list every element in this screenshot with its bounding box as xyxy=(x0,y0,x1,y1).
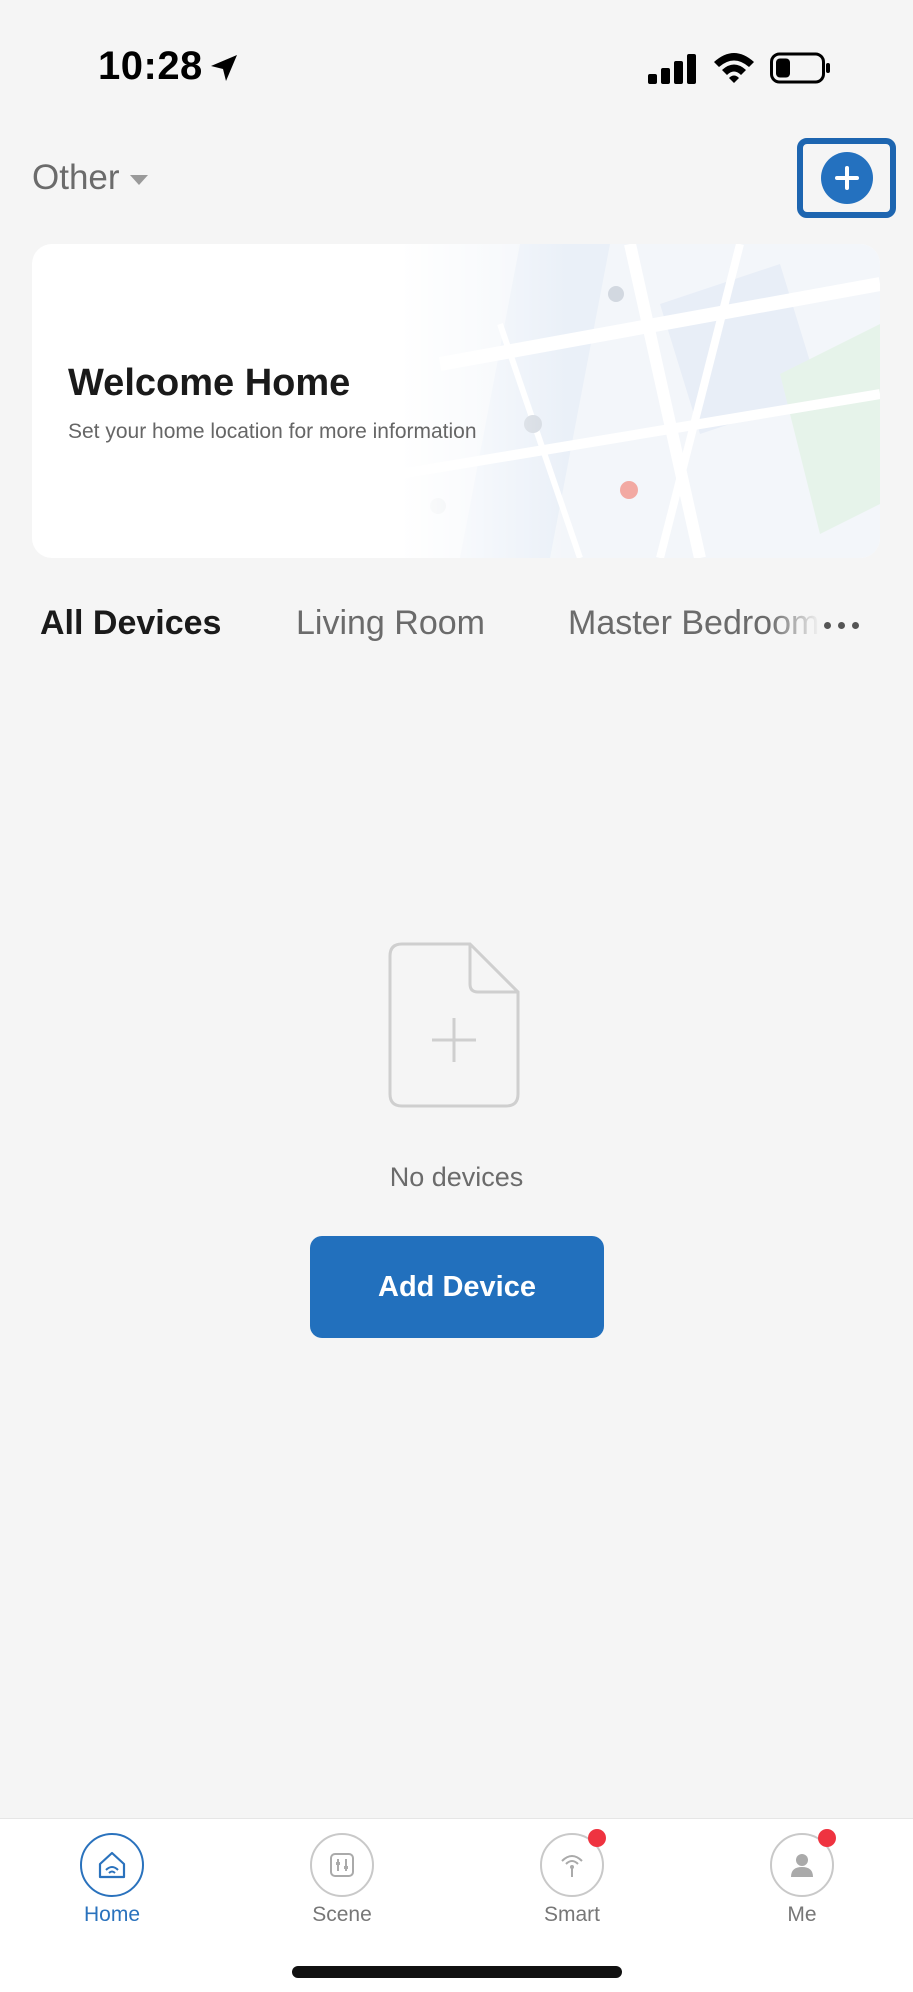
signal-icon xyxy=(648,54,696,84)
add-button[interactable] xyxy=(821,152,873,204)
room-tabs: All Devices Living Room Master Bedroom xyxy=(0,604,913,664)
map-illustration xyxy=(400,244,880,558)
nav-home[interactable]: Home xyxy=(42,1833,182,1927)
nav-home-label: Home xyxy=(83,1903,141,1926)
tab-master-bedroom[interactable]: Master Bedroom xyxy=(568,604,820,643)
welcome-card[interactable]: Welcome Home Set your home location for … xyxy=(32,244,880,558)
caret-down-icon xyxy=(129,175,148,185)
wifi-icon xyxy=(714,53,754,83)
nav-scene-label: Scene xyxy=(312,1903,372,1926)
home-name: Other xyxy=(32,158,120,197)
user-icon xyxy=(791,1854,813,1877)
empty-state-message: No devices xyxy=(389,1162,524,1192)
smart-antenna-icon xyxy=(561,1855,583,1877)
home-icon xyxy=(98,1851,126,1879)
tab-all-devices[interactable]: All Devices xyxy=(40,604,221,643)
smart-badge xyxy=(588,1829,606,1847)
home-selector[interactable]: Other xyxy=(32,158,148,198)
status-time: 10:28 xyxy=(98,44,203,88)
plus-circle-icon xyxy=(835,166,859,190)
nav-me-label: Me xyxy=(787,1903,817,1926)
nav-me[interactable]: Me xyxy=(732,1829,872,1927)
status-bar: 10:28 xyxy=(0,0,913,140)
scene-icon xyxy=(330,1853,354,1877)
me-badge xyxy=(818,1829,836,1847)
add-device-button[interactable]: Add Device xyxy=(310,1236,604,1338)
tab-living-room[interactable]: Living Room xyxy=(296,604,485,643)
more-horizontal-icon[interactable] xyxy=(824,622,859,629)
nav-smart-label: Smart xyxy=(543,1903,600,1926)
nav-scene[interactable]: Scene xyxy=(272,1833,412,1927)
location-arrow-icon xyxy=(211,55,237,81)
home-indicator xyxy=(292,1966,622,1978)
add-file-icon xyxy=(388,942,520,1108)
nav-smart[interactable]: Smart xyxy=(502,1829,642,1927)
welcome-subtitle: Set your home location for more informat… xyxy=(68,420,477,443)
battery-icon xyxy=(770,52,830,84)
welcome-title: Welcome Home xyxy=(68,362,351,404)
